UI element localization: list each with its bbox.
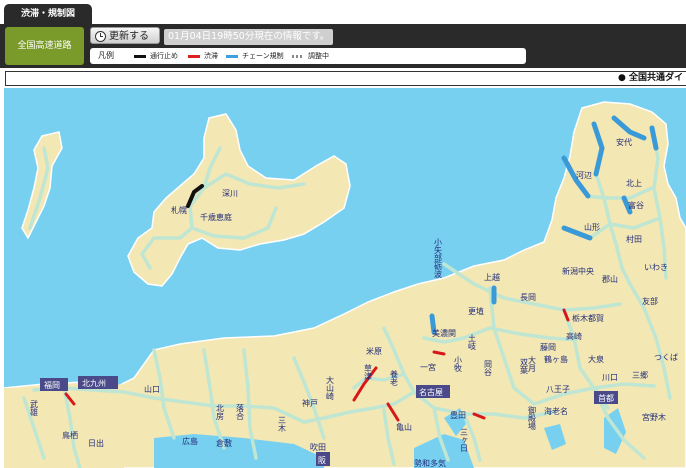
label-box-osaka[interactable]: 阪 [316, 452, 330, 466]
label-mino[interactable]: 美濃関 [432, 328, 456, 338]
label-tosu[interactable]: 鳥栖 [62, 430, 78, 440]
label-hiroshima[interactable]: 広島 [182, 436, 198, 446]
label-toyota[interactable]: 豊田 [450, 410, 466, 420]
label-ebina[interactable]: 海老名 [544, 406, 568, 416]
label-misato[interactable]: 三郷 [632, 371, 648, 380]
label-tsuruga[interactable]: 鶴ヶ島 [544, 354, 568, 364]
legend-swatch [134, 54, 146, 58]
refresh-button[interactable]: 更新する [90, 27, 160, 44]
label-mikkabi[interactable]: 三ヶ日 [460, 428, 469, 453]
legend-item-jam: 渋滞 [188, 48, 218, 64]
label-tochigi[interactable]: 栃木都賀 [572, 313, 604, 323]
label-box-kitakyushu[interactable]: 北九州 [78, 376, 118, 389]
label-anshi[interactable]: 安代 [616, 137, 632, 147]
label-kitakyushu: 北九州 [82, 379, 106, 388]
region-button-national-expressway[interactable]: 全国高速道路 [5, 27, 84, 65]
jam-segment [432, 350, 446, 356]
label-box-nagoya[interactable]: 名古屋 [416, 385, 450, 398]
label-box-fukuoka[interactable]: 福岡 [40, 378, 68, 391]
label-kameyama[interactable]: 亀山 [396, 422, 412, 432]
label-tosa[interactable]: 土岐 [468, 333, 477, 351]
label-yamagata[interactable]: 山形 [584, 222, 600, 232]
legend-swatch [292, 54, 304, 58]
label-kusatsu[interactable]: 草津 [364, 363, 373, 381]
label-kawabe[interactable]: 河辺 [576, 170, 592, 180]
label-takasaki[interactable]: 高崎 [566, 331, 582, 341]
label-ochiai[interactable]: 落合 [236, 403, 245, 421]
label-seiwa[interactable]: 勢和多気 [414, 458, 446, 468]
label-nagoya: 名古屋 [419, 387, 443, 397]
label-miyanoki[interactable]: 宮野木 [642, 412, 666, 422]
label-kitafusa[interactable]: 北房 [216, 404, 225, 421]
label-shuto: 首都 [598, 393, 614, 403]
label-fukuoka: 福岡 [44, 381, 60, 390]
label-joetsu[interactable]: 上越 [484, 272, 500, 282]
label-yoro[interactable]: 養老 [390, 369, 399, 386]
label-fujioka[interactable]: 藤岡 [540, 342, 556, 352]
label-box-shuto[interactable]: 首都 [594, 391, 618, 404]
label-chitose[interactable]: 千歳恵庭 [200, 212, 232, 222]
label-ichinomiya[interactable]: 一宮 [420, 362, 436, 372]
legend-swatch [188, 54, 200, 58]
label-komaki[interactable]: 小牧 [454, 356, 463, 373]
label-koriyama[interactable]: 郡山 [602, 274, 618, 284]
label-tomobe[interactable]: 友部 [642, 296, 658, 306]
label-otsuki[interactable]: 大月 [528, 355, 537, 373]
label-gotenba[interactable]: 御殿場 [528, 405, 537, 431]
legend-item-chain: チェーン規制 [226, 48, 284, 64]
expressway-map[interactable]: 札幌 深川 千歳恵庭 安代 河辺 北上 富谷 山形 村田 いわき 新潟中央 上越… [4, 88, 686, 468]
label-ooyamazaki[interactable]: 大山崎 [326, 375, 335, 400]
tab-bar: 渋滞・規制図 [0, 0, 686, 24]
label-kurashiki[interactable]: 倉敷 [216, 438, 232, 448]
label-koshiba[interactable]: 小矢部砺波 [434, 238, 443, 279]
label-murata[interactable]: 村田 [626, 234, 642, 244]
ticker-text: ● 全国共通ダイ [618, 73, 683, 83]
label-maibara[interactable]: 米原 [366, 346, 382, 356]
refresh-button-label: 更新する [109, 31, 149, 42]
legend-title: 凡例 [98, 51, 114, 60]
label-osaka: 阪 [318, 456, 326, 465]
label-niigata[interactable]: 新潟中央 [562, 266, 594, 276]
label-yamaguchi[interactable]: 山口 [144, 384, 160, 394]
legend: 凡例 通行止め 渋滞 チェーン規制 調整中 [90, 48, 526, 64]
label-nagaoka[interactable]: 長岡 [520, 293, 536, 302]
label-hachioji[interactable]: 八王子 [546, 385, 570, 394]
label-sanki[interactable]: 三木 [278, 416, 287, 433]
label-suita[interactable]: 吹田 [310, 442, 326, 452]
label-hita[interactable]: 日出 [88, 438, 104, 448]
label-sarasawa[interactable]: 更埴 [468, 306, 484, 316]
legend-item-adjusting: 調整中 [292, 48, 329, 64]
label-sapporo[interactable]: 札幌 [171, 205, 187, 215]
tab-congestion-map[interactable]: 渋滞・規制図 [4, 4, 92, 24]
label-takeo[interactable]: 武雄 [30, 399, 39, 417]
legend-swatch [226, 54, 238, 58]
label-kawaguchi[interactable]: 川口 [602, 373, 618, 382]
update-status-text: 01月04日19時50分現在の情報です。 [164, 29, 334, 45]
label-ohizumi[interactable]: 大泉 [588, 354, 604, 364]
label-tomiya[interactable]: 富谷 [628, 200, 644, 210]
clock-icon [95, 31, 106, 42]
label-iwaki[interactable]: いわき [644, 263, 668, 272]
label-kitakami[interactable]: 北上 [626, 179, 642, 188]
label-okaya[interactable]: 岡谷 [484, 360, 493, 377]
legend-item-closed: 通行止め [134, 48, 178, 64]
label-tsukuba[interactable]: つくば [654, 353, 678, 362]
news-ticker[interactable]: ● 全国共通ダイ [5, 71, 686, 86]
label-fukagawa[interactable]: 深川 [222, 189, 238, 198]
label-kobe[interactable]: 神戸 [302, 398, 318, 408]
